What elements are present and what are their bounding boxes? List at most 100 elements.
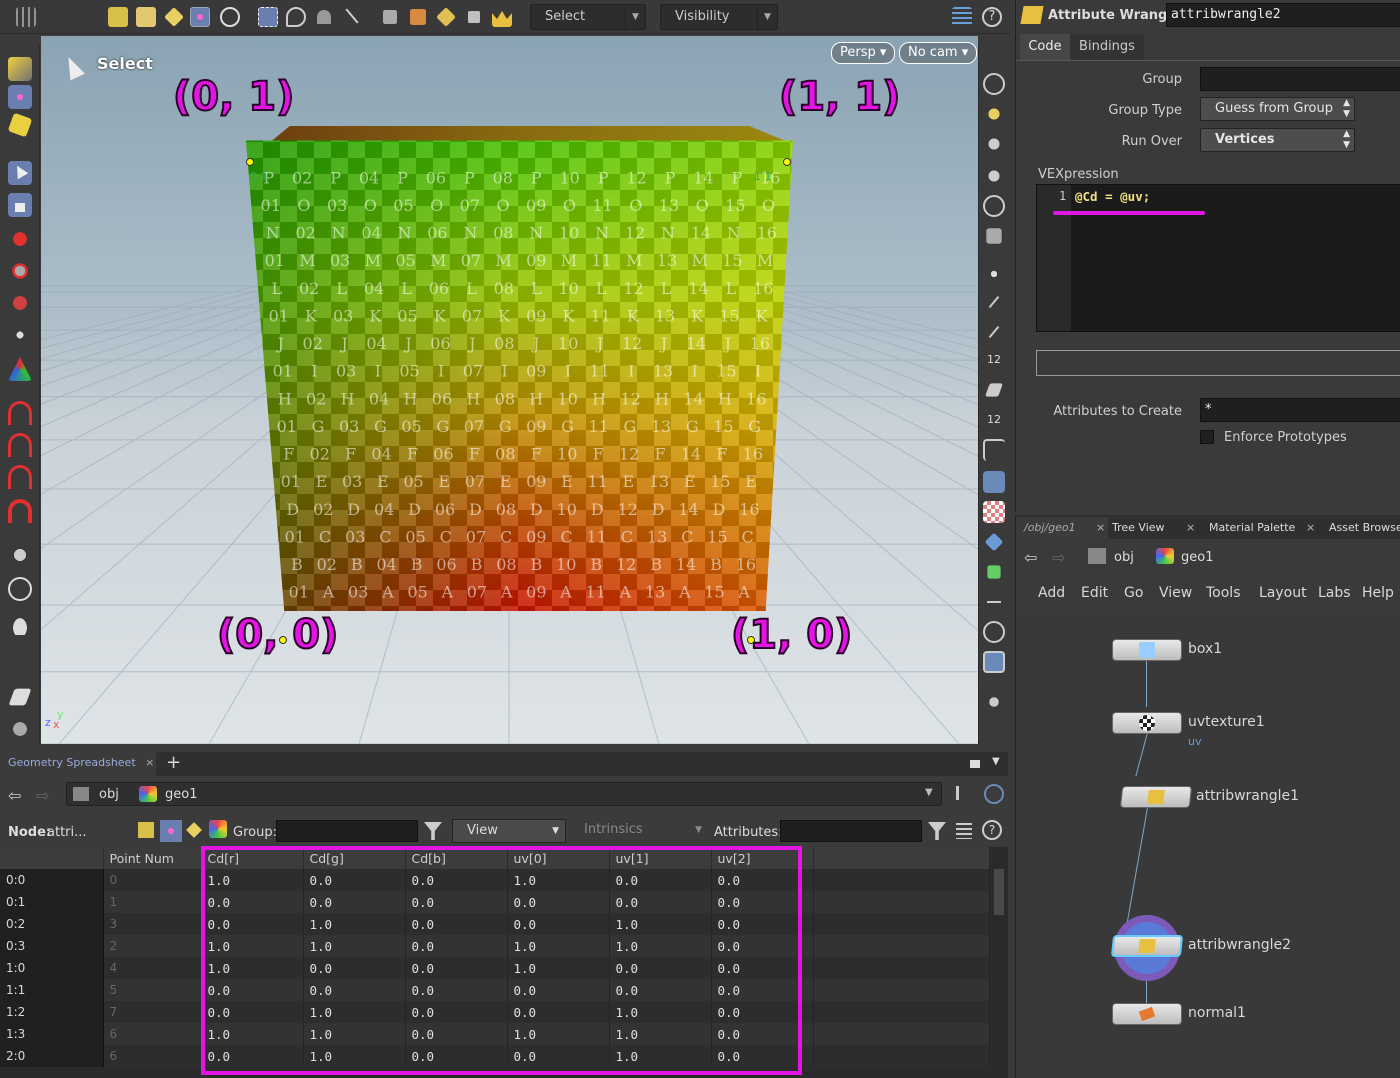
pin-icon[interactable] [956,786,972,800]
chevron-down-icon[interactable]: ▼ [992,756,1000,767]
record-icon[interactable] [983,621,1005,643]
arrow-select-icon[interactable] [8,161,32,185]
path-geo1[interactable]: geo1 [165,787,197,802]
magnet-snap-icon[interactable] [8,401,32,425]
chevron-down-icon[interactable]: ▼ [925,787,933,798]
add-tab-button[interactable]: + [166,752,181,774]
network-path-geo1[interactable]: geo1 [1181,550,1213,565]
group-filter-input[interactable] [276,820,418,842]
brush-select-icon[interactable] [317,10,331,24]
view-dropdown[interactable]: View ▼ [452,819,566,843]
light-tool-icon[interactable] [8,611,32,635]
tool-vertex-icon[interactable] [220,7,240,27]
menu-labs[interactable]: Labs [1318,585,1351,601]
tool-object-icon[interactable] [108,7,128,27]
run-over-dropdown[interactable]: Vertices ▲ ▼ [1200,128,1355,152]
perspective-button[interactable]: Persp ▾ [831,42,896,64]
filter-funnel-icon[interactable] [928,822,946,840]
grid-snap-icon[interactable] [987,565,1001,579]
network-graph[interactable]: box1 uvtexture1 uv attribwrangle1 attrib… [1016,609,1400,1078]
column-header[interactable]: Cd[r] [201,847,304,869]
menu-add[interactable]: Add [1038,585,1065,601]
column-header[interactable]: uv[0] [507,847,610,869]
select-dropdown[interactable]: Select ▼ [530,4,646,30]
normal-display-icon[interactable] [983,291,1005,313]
snap-icon[interactable] [984,532,1004,552]
select-tool-icon[interactable] [383,10,397,24]
profile-icon[interactable] [983,439,1005,461]
table-row[interactable]: 1:2 7 0.0 1.0 0.0 0.0 1.0 0.0 [0,1001,990,1023]
lock-icon[interactable] [8,193,32,217]
view-tool-icon[interactable] [8,577,32,601]
shaded-mode-icon[interactable] [983,471,1005,493]
tool-point-select-icon[interactable] [190,7,210,27]
forward-arrow-icon[interactable]: ⇨ [1052,548,1065,567]
translate-tool-icon[interactable] [8,227,32,251]
headlight-icon[interactable] [983,133,1005,155]
vex-code-editor[interactable]: 1 @Cd = @uv; [1036,184,1400,332]
attributes-filter-input[interactable] [780,820,922,842]
camera-button[interactable]: No cam ▾ [899,42,978,64]
attributes-to-create-input[interactable]: * [1200,398,1400,422]
light-bulb-icon[interactable] [983,103,1005,125]
prim-numbers-icon[interactable]: 12 [983,409,1005,431]
column-header[interactable]: Cd[b] [405,847,508,869]
box-select-icon[interactable] [258,7,278,27]
pin-icon[interactable] [983,691,1005,713]
menu-layout[interactable]: Layout [1259,585,1307,601]
magnet-multi-icon[interactable] [8,499,32,523]
back-arrow-icon[interactable]: ⇦ [8,786,21,805]
back-arrow-icon[interactable]: ⇦ [1024,548,1037,567]
flipbook-icon[interactable] [8,717,32,741]
tab-obj-geo1[interactable]: /obj/geo1 [1016,517,1108,539]
code-text[interactable]: @Cd = @uv; [1075,189,1150,204]
enforce-prototypes-checkbox[interactable] [1200,430,1214,444]
menu-edit[interactable]: Edit [1081,585,1108,601]
menu-help[interactable]: Help [1362,585,1394,601]
menu-tools[interactable]: Tools [1206,585,1241,601]
visibility-eye-icon[interactable] [983,195,1005,217]
menu-view[interactable]: View [1159,585,1192,601]
table-row[interactable]: 1:1 5 0.0 0.0 0.0 0.0 0.0 0.0 [0,979,990,1001]
point-numbers-icon[interactable]: 12 [983,349,1005,371]
uv-cube[interactable]: P 02 P 04 P 06 P 08 P 10 P 12 P 14 P 16 01 O 03 O 05 O 07 O 09 O 1… [246,126,793,644]
column-header[interactable]: Point Num [103,847,202,869]
table-row[interactable]: 0:1 1 0.0 0.0 0.0 0.0 0.0 0.0 [0,891,990,913]
tab-code[interactable]: Code [1020,34,1070,60]
pose-tool-icon[interactable] [8,357,32,381]
forward-arrow-icon[interactable]: ⇨ [36,786,49,805]
tab-geometry-spreadsheet[interactable]: Geometry Spreadsheet × [0,752,156,776]
tab-material-palette[interactable]: Material Palette [1209,517,1295,539]
vertices-mode-icon[interactable] [160,820,182,842]
handle-tool-icon[interactable] [8,323,32,347]
laser-select-icon[interactable] [342,7,362,27]
column-header-index[interactable] [0,847,104,869]
magnet-grid-icon[interactable] [8,433,32,457]
select-connected-icon[interactable] [436,7,456,27]
scene-viewport[interactable]: P 02 P 04 P 06 P 08 P 10 P 12 P 14 P 16 01 O 03 O 05 O 07 O 09 O 1… [41,36,978,744]
group-param-input[interactable] [1200,67,1400,91]
primitive-mode-icon[interactable] [7,112,33,138]
tool-edge-icon[interactable] [164,7,184,27]
detail-mode-icon[interactable] [209,820,227,838]
primitives-mode-icon[interactable] [186,822,202,838]
uv-display-icon[interactable] [984,383,1004,397]
grid-menu-icon[interactable] [16,7,36,27]
group-type-dropdown[interactable]: Guess from Group ▲ ▼ [1200,97,1355,121]
crown-icon[interactable] [492,11,512,27]
intrinsics-dropdown[interactable]: Intrinsics ▼ [572,819,708,843]
column-menu-icon[interactable] [956,823,972,839]
display-options-icon[interactable] [952,7,972,27]
node-normal1[interactable] [1112,1003,1182,1025]
background-image-icon[interactable] [983,651,1005,673]
tab-bindings[interactable]: Bindings [1070,34,1144,60]
display-sphere-icon[interactable] [983,73,1005,95]
vertical-scrollbar[interactable] [992,847,1006,1078]
template-icon[interactable] [986,228,1002,244]
texture-icon[interactable] [983,501,1005,523]
table-row[interactable]: 0:2 3 0.0 1.0 0.0 0.0 1.0 0.0 [0,913,990,935]
node-attribwrangle1[interactable] [1119,786,1193,808]
ghost-icon[interactable] [983,165,1005,187]
tab-asset-browser[interactable]: Asset Browse [1329,517,1400,539]
table-row[interactable]: 0:0 0 1.0 0.0 0.0 1.0 0.0 0.0 [0,869,990,891]
